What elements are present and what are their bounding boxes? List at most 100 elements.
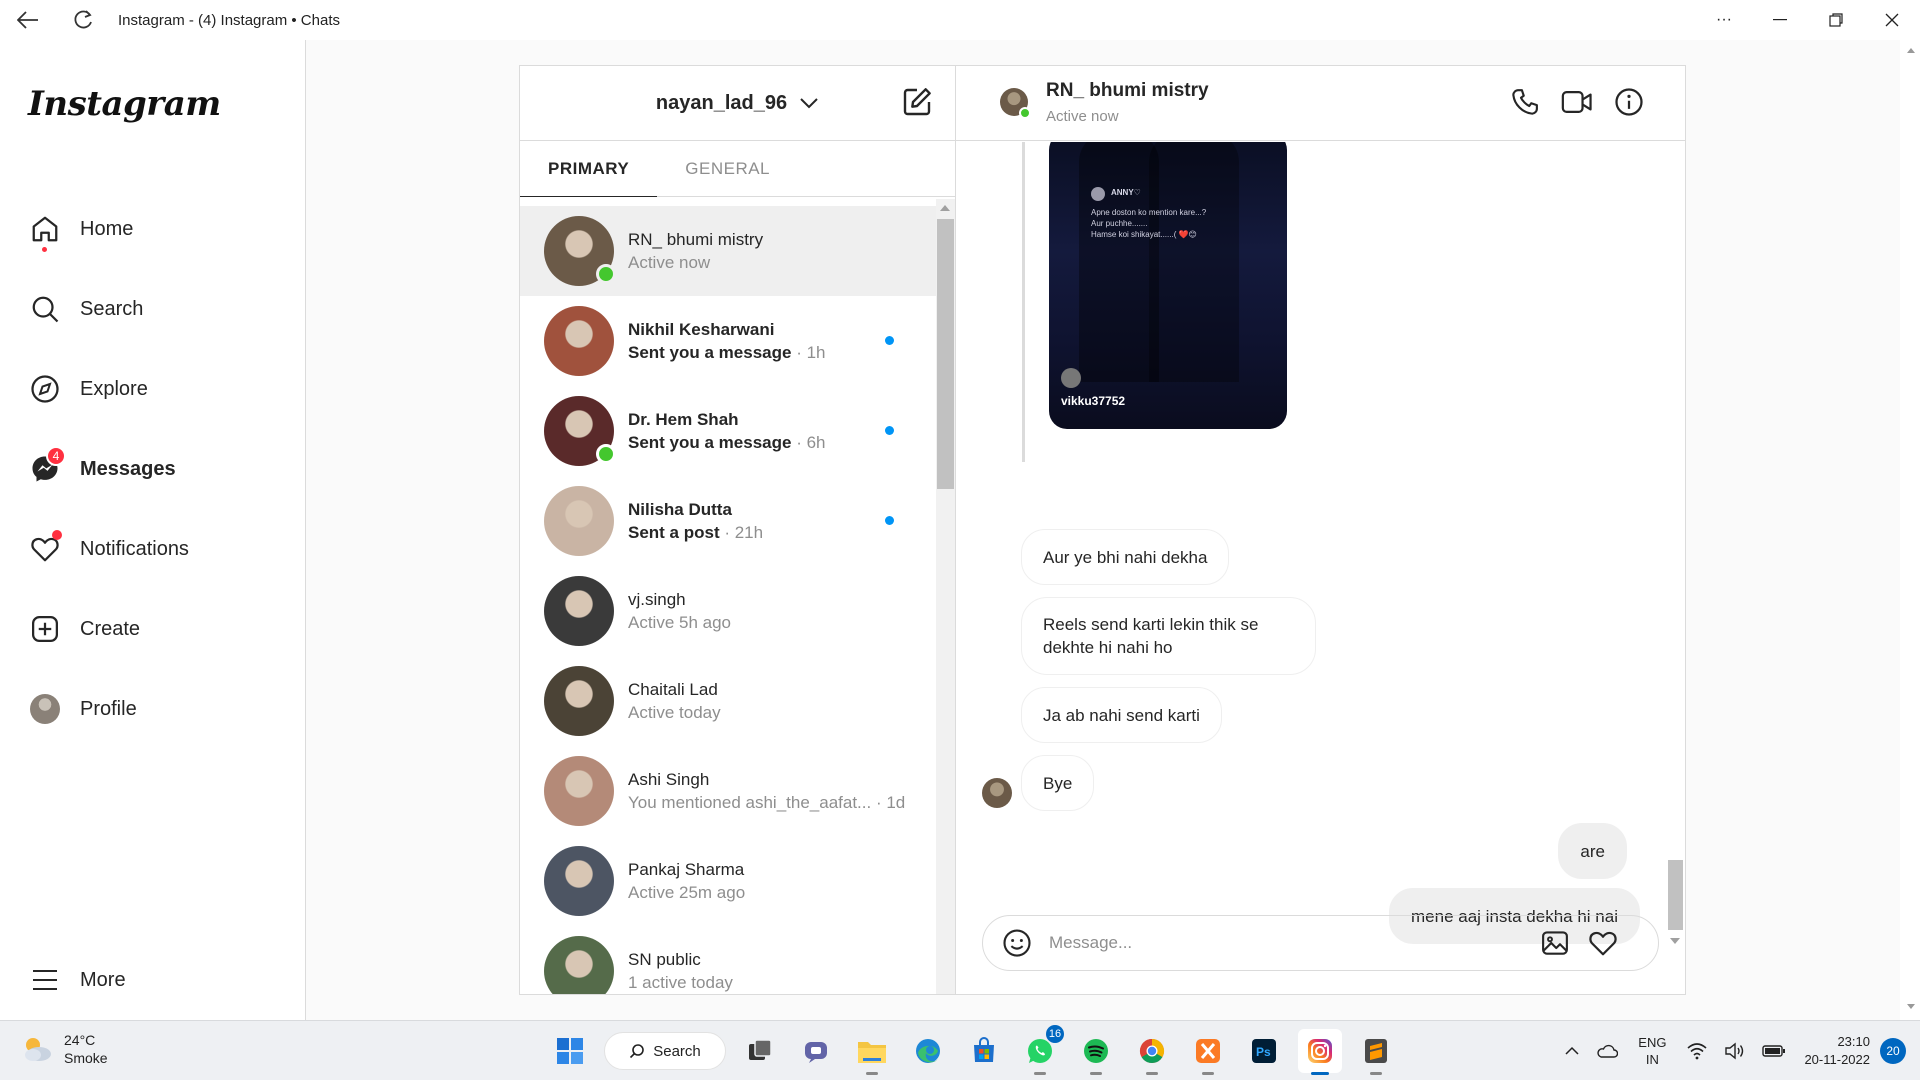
conversation-item[interactable]: vj.singh Active 5h ago [520,566,936,656]
conversation-item[interactable]: Ashi Singh You mentioned ashi_the_aafat..… [520,746,936,836]
reel-caption-line: Hamse koi shikayat......( ❤️😊 [1091,230,1197,239]
conversation-preview: Active 25m ago [628,881,745,904]
instagram-app-icon[interactable] [1298,1029,1342,1075]
conversation-avatar [544,666,614,736]
conversation-item[interactable]: Nikhil Kesharwani Sent you a message · 1h [520,296,936,386]
tab-general[interactable]: GENERAL [657,141,798,197]
instagram-logo[interactable]: Instagram [28,84,221,124]
conversation-avatar [544,756,614,826]
conversation-item[interactable]: Nilisha Dutta Sent a post · 21h [520,476,936,566]
conversation-name: Nikhil Kesharwani [628,320,775,339]
refresh-icon[interactable] [56,0,112,40]
message-bubble[interactable]: Reels send karti lekin thik se dekhte hi… [1021,597,1316,675]
conversation-info: Dr. Hem Shah Sent you a message · 6h [628,408,826,454]
conversation-item[interactable]: Chaitali Lad Active today [520,656,936,746]
window-scroll-down-icon[interactable] [1907,1004,1915,1009]
nav-create[interactable]: Create [28,605,140,653]
conversation-name: Ashi Singh [628,770,710,789]
photoshop-icon[interactable]: Ps [1242,1029,1286,1073]
conversation-name: SN public [628,950,701,969]
chat-scroll-thumb[interactable] [1668,860,1683,930]
clock[interactable]: 23:10 20-11-2022 [1804,1033,1870,1069]
new-message-icon[interactable] [901,86,933,123]
phone-call-icon[interactable] [1509,86,1541,118]
emoji-icon[interactable] [1001,927,1033,959]
window-scroll-up-icon[interactable] [1907,48,1915,53]
nav-profile[interactable]: Profile [28,685,137,733]
nav-explore[interactable]: Explore [28,365,148,413]
taskbar-search[interactable]: Search [604,1032,726,1070]
scroll-down-arrow-icon[interactable] [1670,938,1680,944]
conversation-item[interactable]: SN public 1 active today [520,926,936,994]
input-language[interactable]: ENG IN [1638,1034,1666,1068]
battery-icon[interactable] [1762,1044,1786,1058]
reply-indicator-line [1022,142,1025,462]
onedrive-cloud-icon[interactable] [1596,1044,1619,1058]
conversation-name: vj.singh [628,590,686,609]
nav-notifications[interactable]: Notifications [28,525,189,573]
notification-center-badge[interactable]: 20 [1880,1038,1906,1064]
teams-chat-icon[interactable] [794,1029,838,1073]
sender-avatar[interactable] [982,778,1012,808]
conversation-item[interactable]: Pankaj Sharma Active 25m ago [520,836,936,926]
volume-icon[interactable] [1724,1042,1746,1060]
conversation-preview: Active now [628,251,763,274]
account-switcher[interactable]: nayan_lad_96 [656,92,819,115]
message-thread: ANNY♡ Apne doston ko mention kare...? Au… [956,142,1666,888]
chat-avatar[interactable] [1000,88,1031,119]
nav-home[interactable]: Home [28,205,133,253]
video-call-icon[interactable] [1561,86,1593,118]
xampp-icon[interactable] [1186,1029,1230,1075]
chat-scrollbar[interactable] [1666,142,1685,944]
conversation-item[interactable]: RN_ bhumi mistry Active now [520,206,936,296]
scroll-up-arrow-icon[interactable] [940,205,950,211]
conversation-item[interactable]: Dr. Hem Shah Sent you a message · 6h [520,386,936,476]
post-author-username[interactable]: vikku37752 [1061,394,1125,408]
message-bubble[interactable]: Aur ye bhi nahi dekha [1021,529,1230,585]
file-explorer-icon[interactable] [850,1029,894,1075]
message-bubble[interactable]: Ja ab nahi send karti [1021,687,1222,743]
inbox-scroll-thumb[interactable] [937,219,954,489]
message-input[interactable] [1049,933,1529,953]
image-upload-icon[interactable] [1539,927,1571,959]
conversation-info: Nilisha Dutta Sent a post · 21h [628,498,763,544]
window-scrollbar[interactable] [1903,40,1920,1020]
inbox-scrollbar[interactable] [936,199,955,994]
spotify-icon[interactable] [1074,1029,1118,1075]
conversation-info: RN_ bhumi mistry Active now [628,228,763,274]
conversation-info: Chaitali Lad Active today [628,678,721,724]
my-message-bubble[interactable]: are [1558,823,1627,879]
online-indicator [596,444,616,464]
windows-start-icon[interactable] [548,1029,592,1073]
chrome-browser-icon[interactable] [1130,1029,1174,1075]
chat-contact-name[interactable]: RN_ bhumi mistry [1046,80,1209,102]
task-view-icon[interactable] [738,1029,782,1073]
edge-browser-icon[interactable] [906,1029,950,1073]
nav-more[interactable]: More [28,956,126,1004]
inbox-header: nayan_lad_96 [520,66,955,141]
like-heart-icon[interactable] [1587,927,1619,959]
tab-primary[interactable]: PRIMARY [520,141,658,197]
nav-messages[interactable]: 4 Messages [28,445,176,493]
direct-messages-panel: nayan_lad_96 PRIMARY GENERAL RN_ bhumi m… [519,65,1686,995]
nav-search[interactable]: Search [28,285,143,333]
show-hidden-icons-chevron-icon[interactable] [1564,1046,1580,1056]
wifi-icon[interactable] [1686,1042,1708,1060]
home-notification-dot [42,247,47,252]
sublime-text-icon[interactable] [1354,1029,1398,1075]
weather-widget[interactable]: 24°C Smoke [20,1031,108,1067]
close-window-icon[interactable] [1864,0,1920,40]
clock-time: 23:10 [1837,1034,1870,1049]
shared-reel-post[interactable]: ANNY♡ Apne doston ko mention kare...? Au… [1049,142,1287,429]
back-arrow-icon[interactable] [0,0,56,40]
microsoft-store-icon[interactable] [962,1029,1006,1073]
restore-icon[interactable] [1808,0,1864,40]
hamburger-menu-icon [28,963,62,997]
message-bubble[interactable]: Bye [1021,755,1095,811]
messages-badge: 4 [46,446,66,466]
more-options-icon[interactable]: ··· [1696,0,1752,40]
whatsapp-badge: 16 [1046,1025,1064,1043]
conversation-info-icon[interactable] [1613,86,1645,118]
whatsapp-icon[interactable]: 16 [1018,1025,1064,1075]
minimize-icon[interactable] [1752,0,1808,40]
